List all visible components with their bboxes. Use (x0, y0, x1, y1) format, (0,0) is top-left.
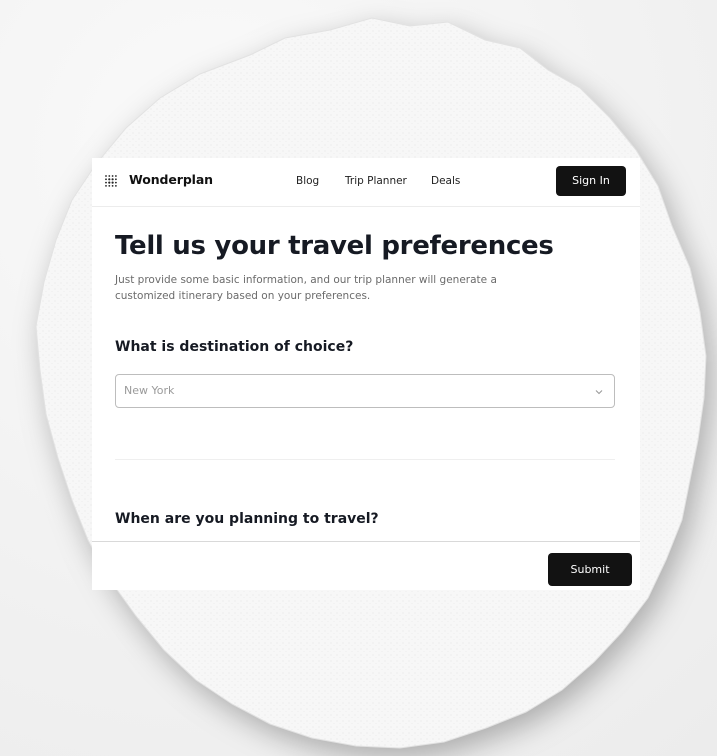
brand-name[interactable]: Wonderplan (129, 172, 213, 187)
destination-selected-value: New York (124, 384, 175, 397)
trip-planner-page: Wonderplan Blog Trip Planner Deals Sign … (92, 158, 640, 590)
footer-divider (92, 541, 640, 542)
dot-grid-icon[interactable] (104, 174, 118, 188)
sign-in-button[interactable]: Sign In (556, 166, 626, 196)
chevron-down-icon (595, 390, 603, 395)
screenshot-stage: Wonderplan Blog Trip Planner Deals Sign … (0, 0, 717, 756)
nav-link-trip-planner[interactable]: Trip Planner (345, 175, 407, 187)
destination-question: What is destination of choice? (115, 339, 354, 355)
page-title: Tell us your travel preferences (115, 231, 554, 261)
page-subtitle: Just provide some basic information, and… (115, 274, 497, 302)
nav-link-deals[interactable]: Deals (431, 175, 460, 187)
section-divider (115, 459, 615, 460)
nav-link-blog[interactable]: Blog (296, 175, 319, 187)
destination-select[interactable]: New York (115, 374, 615, 408)
travel-date-question: When are you planning to travel? (115, 511, 379, 527)
submit-button[interactable]: Submit (548, 553, 632, 586)
top-navbar: Wonderplan Blog Trip Planner Deals Sign … (92, 158, 640, 207)
